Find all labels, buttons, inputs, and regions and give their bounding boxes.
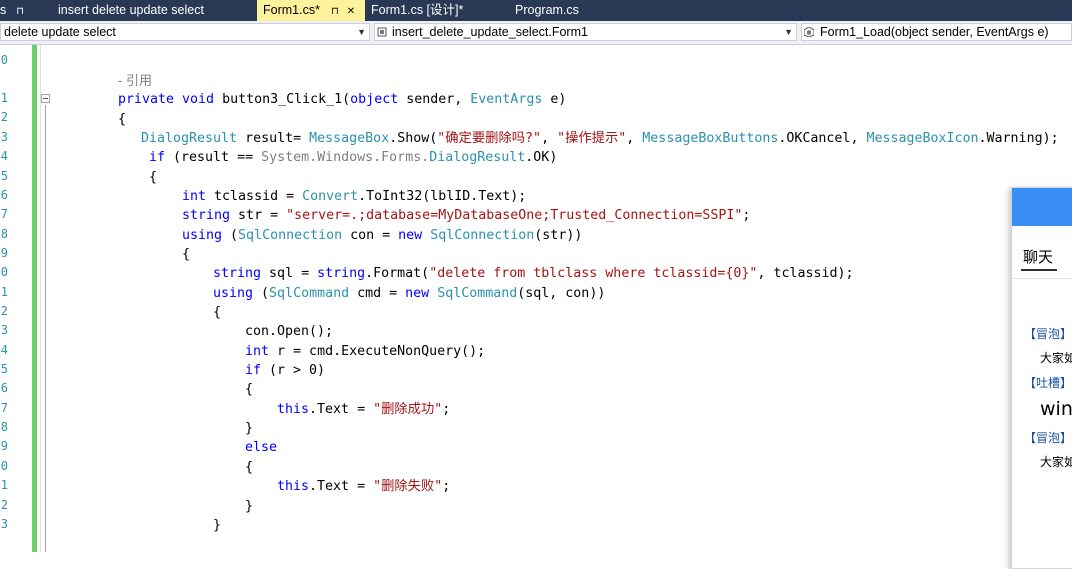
code-line: using (SqlConnection con = new SqlConnec…: [182, 228, 583, 243]
chat-message-body: 大家如: [1040, 455, 1072, 469]
tab-label: Form1.cs [设计]*: [371, 3, 464, 17]
tab-label: Program.cs: [515, 3, 579, 17]
class-dropdown[interactable]: insert_delete_update_select.Form1 ▼: [374, 23, 797, 41]
tab-label: Form1.cs*: [263, 3, 320, 17]
outline-guide: [45, 105, 46, 552]
class-dropdown-value: insert_delete_update_select.Form1: [392, 25, 588, 39]
code-line: {: [182, 247, 191, 262]
chat-message[interactable]: 【冒泡】I: [1024, 325, 1072, 342]
code-line: this.Text = "删除成功";: [277, 402, 451, 417]
close-icon[interactable]: ✕: [347, 6, 355, 17]
member-dropdown[interactable]: Form1_Load(object sender, EventArgs e): [801, 23, 1072, 41]
tab-partial[interactable]: s ⊓: [0, 0, 40, 21]
gutter-divider: [40, 45, 41, 552]
code-line: }: [213, 518, 222, 533]
code-line: {: [213, 305, 222, 320]
member-dropdown-value: Form1_Load(object sender, EventArgs e): [820, 25, 1049, 39]
tab-form1-designer[interactable]: Form1.cs [设计]*: [371, 0, 501, 21]
tab-program-cs[interactable]: Program.cs: [515, 0, 625, 21]
code-line: DialogResult result= MessageBox.Show("确定…: [141, 131, 1059, 146]
code-line: int r = cmd.ExecuteNonQuery();: [245, 344, 486, 359]
pin-icon[interactable]: ⊓: [16, 6, 24, 17]
document-tab-strip: s ⊓ insert delete update select Form1.cs*…: [0, 0, 1072, 21]
tab-label: insert delete update select: [58, 3, 204, 17]
code-line: con.Open();: [245, 324, 334, 339]
collapse-toggle-icon[interactable]: [41, 94, 50, 103]
navigation-bar: delete update select ▼ insert_delete_upd…: [0, 21, 1072, 45]
codelens-references[interactable]: - 引用: [118, 71, 152, 90]
code-line: {: [245, 460, 254, 475]
tab-chat[interactable]: 聊天: [1023, 246, 1053, 267]
code-line: string str = "server=.;database=MyDataba…: [182, 208, 751, 223]
chat-message[interactable]: 【吐槽】:: [1024, 374, 1072, 391]
tab-form1-cs[interactable]: Form1.cs* ⊓ ✕: [257, 0, 365, 21]
chevron-down-icon[interactable]: ▼: [357, 24, 366, 40]
pin-icon[interactable]: ⊓: [331, 6, 339, 17]
chevron-down-icon[interactable]: ▼: [784, 24, 793, 40]
code-line: this.Text = "删除失败";: [277, 479, 451, 494]
class-icon: [377, 27, 387, 37]
code-line: int tclassid = Convert.ToInt32(lblID.Tex…: [182, 189, 527, 204]
code-line: }: [245, 499, 254, 514]
code-text: - 引用 private void button3_Click_1(object…: [0, 45, 1059, 533]
code-line: {: [149, 170, 158, 185]
chat-message-body: win: [1040, 398, 1072, 420]
tab-underline: [1021, 269, 1057, 271]
code-line: if (r > 0): [245, 363, 326, 378]
code-line: else: [245, 440, 278, 455]
code-line: {: [118, 112, 127, 127]
chat-message[interactable]: 【冒泡】:: [1024, 429, 1072, 446]
change-tracking-bar: [32, 45, 37, 552]
divider: [1012, 278, 1072, 279]
method-icon: [804, 27, 814, 37]
tab-label: s: [0, 3, 7, 17]
code-line: string sql = string.Format("delete from …: [213, 266, 854, 281]
line-number: 2: [0, 498, 8, 512]
code-line: private void button3_Click_1(object send…: [118, 92, 567, 107]
code-line: using (SqlCommand cmd = new SqlCommand(s…: [213, 286, 606, 301]
code-line: if (result == System.Windows.Forms.Dialo…: [149, 150, 558, 165]
project-dropdown[interactable]: delete update select ▼: [0, 23, 370, 41]
chat-header[interactable]: [1012, 188, 1072, 226]
line-number: 1: [0, 478, 8, 492]
line-number: 0: [0, 459, 8, 473]
chat-message-body: 大家如: [1040, 351, 1072, 365]
code-line: }: [245, 421, 254, 436]
code-editor[interactable]: 0 1 2 3 4 5 6 7 8 9 0 1 2 3 4 5 6 7 8 9 …: [0, 45, 1072, 552]
tab-insert-delete-update-select[interactable]: insert delete update select: [58, 0, 248, 21]
project-dropdown-value: delete update select: [4, 25, 116, 39]
code-line: {: [245, 382, 254, 397]
chat-popup[interactable]: 聊天 【冒泡】I 大家如 【吐槽】: win 【冒泡】: 大家如: [1011, 187, 1072, 569]
line-number: 3: [0, 517, 8, 531]
